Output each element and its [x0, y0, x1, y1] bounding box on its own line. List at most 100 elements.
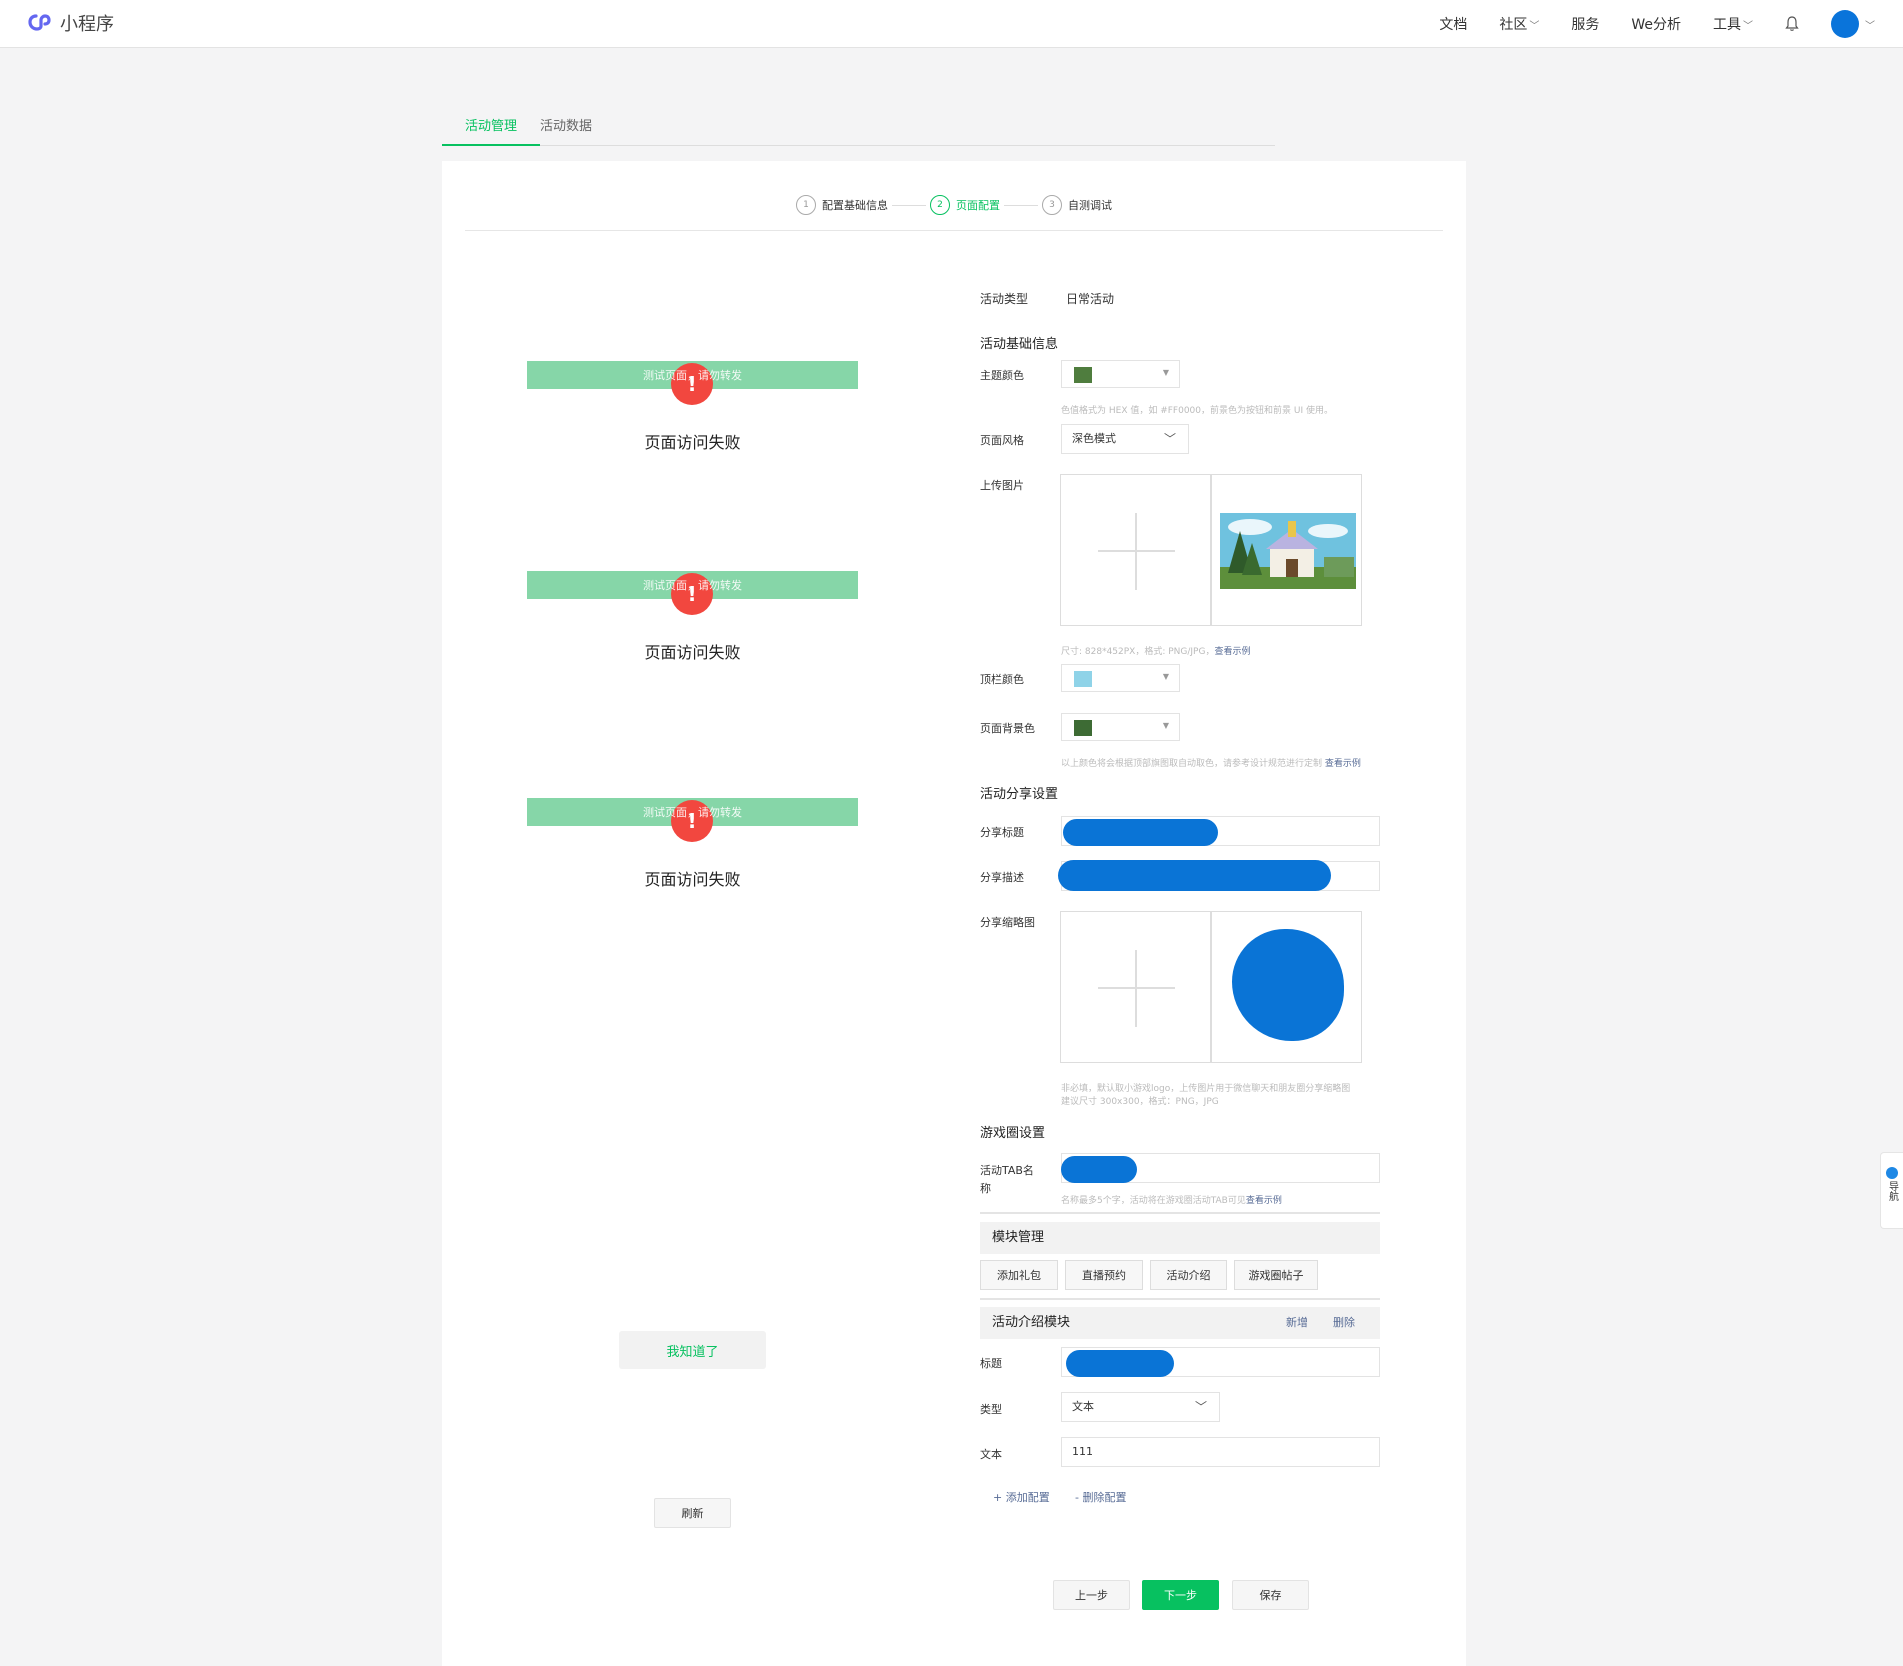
- redacted-mark: [1061, 1156, 1137, 1183]
- step-page-config[interactable]: 2 页面配置: [930, 195, 1000, 215]
- error-message: 页面访问失败: [644, 433, 741, 452]
- bg-color-swatch: [1074, 720, 1092, 736]
- caret-down-icon: ▼: [1162, 672, 1169, 681]
- nav-docs[interactable]: 文档: [1439, 14, 1467, 34]
- upload-share-thumb-button[interactable]: [1060, 911, 1211, 1063]
- save-button[interactable]: 保存: [1232, 1580, 1309, 1610]
- upload-image-hint: 尺寸: 828*452PX，格式: PNG/JPG，查看示例: [1061, 644, 1250, 657]
- plus-icon: [1135, 950, 1137, 1027]
- share-thumb-hint-2: 建议尺寸 300x300，格式：PNG，JPG: [1061, 1097, 1219, 1107]
- step-self-test[interactable]: 3 自测调试: [1042, 195, 1112, 215]
- brand-name: 小程序: [60, 14, 114, 35]
- theme-color-picker[interactable]: ▼: [1061, 360, 1180, 388]
- nav-community[interactable]: 社区 ﹀: [1499, 14, 1539, 34]
- live-reserve-button[interactable]: 直播预约: [1065, 1260, 1143, 1290]
- stepper-divider: [465, 230, 1443, 231]
- upload-image-button[interactable]: [1060, 474, 1211, 626]
- theme-color-label: 主题颜色: [980, 369, 1024, 382]
- theme-color-hint: 色值格式为 HEX 值，如 #FF0000，前景色为按钮和前景 UI 使用。: [1061, 406, 1333, 416]
- game-circle-post-button[interactable]: 游戏圈帖子: [1234, 1260, 1318, 1290]
- module-manage-header: 模块管理: [980, 1222, 1380, 1254]
- type-value: 文本: [1072, 1400, 1094, 1413]
- text-label: 文本: [980, 1448, 1002, 1461]
- chevron-down-icon: ﹀: [1163, 432, 1176, 446]
- view-example-link[interactable]: 查看示例: [1325, 759, 1361, 769]
- view-example-link[interactable]: 查看示例: [1246, 1196, 1282, 1206]
- redacted-mark: [1066, 1350, 1174, 1377]
- user-menu[interactable]: ﹀: [1831, 10, 1875, 38]
- divider: [980, 1298, 1380, 1300]
- tab-activity-manage[interactable]: 活动管理: [442, 116, 541, 146]
- intro-module-header: 活动介绍模块 新增 删除: [980, 1307, 1380, 1339]
- caret-down-icon: ▼: [1162, 368, 1169, 377]
- preview-error-block: ! 测试页面，请勿转发 页面访问失败: [527, 571, 858, 662]
- add-config-link[interactable]: + 添加配置: [993, 1489, 1050, 1505]
- error-message: 页面访问失败: [644, 643, 741, 662]
- intro-add-link[interactable]: 新增: [1286, 1307, 1308, 1339]
- tab-activity-data[interactable]: 活动数据: [540, 116, 615, 146]
- tab-name-hint-text: 名称最多5个字，活动将在游戏圈活动TAB可见: [1061, 1196, 1246, 1206]
- floating-nav[interactable]: 导航: [1880, 1152, 1903, 1229]
- share-title-label: 分享标题: [980, 826, 1024, 839]
- divider: [980, 1212, 1380, 1214]
- section-basic-info: 活动基础信息: [980, 337, 1059, 352]
- activity-type-label: 活动类型: [980, 292, 1029, 306]
- topbar-color-label: 顶栏颜色: [980, 673, 1024, 686]
- upload-image-label: 上传图片: [980, 479, 1024, 492]
- step-basic-info[interactable]: 1 配置基础信息: [796, 195, 888, 215]
- error-message: 页面访问失败: [644, 870, 741, 889]
- refresh-button[interactable]: 刷新: [654, 1498, 731, 1528]
- page-style-select[interactable]: 深色模式 ﹀: [1061, 424, 1189, 454]
- top-navbar: 小程序 文档 社区 ﹀ 服务 We分析 工具 ﹀ ﹀: [0, 0, 1903, 48]
- step-label: 配置基础信息: [822, 199, 888, 212]
- remove-config-link[interactable]: - 删除配置: [1075, 1489, 1126, 1505]
- color-hint: 以上颜色将会根据顶部旗图取自动取色，请参考设计规范进行定制 查看示例: [1061, 756, 1361, 769]
- preview-error-block: ! 测试页面，请勿转发 页面访问失败: [527, 798, 858, 889]
- step-number: 2: [930, 195, 950, 215]
- nav-tools-label: 工具: [1713, 17, 1741, 33]
- share-desc-label: 分享描述: [980, 871, 1024, 884]
- caret-down-icon: ▼: [1162, 721, 1169, 730]
- activity-type-value: 日常活动: [1066, 292, 1115, 306]
- nav-tools[interactable]: 工具 ﹀: [1713, 14, 1753, 34]
- got-it-button[interactable]: 我知道了: [619, 1331, 766, 1369]
- color-hint-text: 以上颜色将会根据顶部旗图取自动取色，请参考设计规范进行定制: [1061, 759, 1323, 769]
- brand[interactable]: 小程序: [26, 10, 114, 36]
- share-thumb-label: 分享缩略图: [980, 916, 1035, 929]
- upload-hint-text: 尺寸: 828*452PX，格式: PNG/JPG，: [1061, 647, 1215, 657]
- plus-icon: [1135, 513, 1137, 590]
- redacted-mark: [1058, 860, 1331, 891]
- redacted-mark: [1063, 819, 1218, 846]
- nav-we-analysis[interactable]: We分析: [1631, 14, 1681, 34]
- step-connector: [1004, 204, 1038, 206]
- bell-icon[interactable]: [1785, 16, 1799, 32]
- title-label: 标题: [980, 1357, 1002, 1370]
- castle-banner-image: [1220, 513, 1356, 589]
- tab-name-hint: 名称最多5个字，活动将在游戏圈活动TAB可见查看示例: [1061, 1193, 1282, 1206]
- share-thumb-image[interactable]: [1211, 911, 1362, 1063]
- test-page-banner-text: 测试页面，请勿转发: [643, 806, 742, 819]
- intro-module-title: 活动介绍模块: [992, 1315, 1071, 1330]
- page-style-label: 页面风格: [980, 434, 1024, 447]
- type-select[interactable]: 文本 ﹀: [1061, 1392, 1220, 1422]
- text-input[interactable]: 111: [1061, 1437, 1380, 1467]
- next-step-button[interactable]: 下一步: [1142, 1580, 1219, 1610]
- nav-dot-icon: [1886, 1167, 1898, 1179]
- test-page-banner-text: 测试页面，请勿转发: [643, 579, 742, 592]
- add-gift-button[interactable]: 添加礼包: [980, 1260, 1058, 1290]
- chevron-down-icon: ﹀: [1743, 21, 1753, 32]
- bg-color-picker[interactable]: ▼: [1061, 713, 1180, 741]
- view-example-link[interactable]: 查看示例: [1214, 647, 1250, 657]
- uploaded-image-thumb[interactable]: [1211, 474, 1362, 626]
- miniprogram-logo-icon: [28, 14, 51, 31]
- intro-delete-link[interactable]: 删除: [1333, 1307, 1355, 1339]
- chevron-down-icon: ﹀: [1194, 1400, 1207, 1414]
- chevron-down-icon: ﹀: [1529, 21, 1540, 32]
- activity-intro-button[interactable]: 活动介绍: [1150, 1260, 1227, 1290]
- step-connector: [892, 204, 926, 206]
- top-nav-links: 文档 社区 ﹀ 服务 We分析 工具 ﹀ ﹀: [1439, 0, 1875, 48]
- topbar-color-picker[interactable]: ▼: [1061, 664, 1180, 692]
- nav-services[interactable]: 服务: [1571, 14, 1599, 34]
- test-page-banner: ! 测试页面，请勿转发: [527, 361, 858, 405]
- prev-step-button[interactable]: 上一步: [1053, 1580, 1130, 1610]
